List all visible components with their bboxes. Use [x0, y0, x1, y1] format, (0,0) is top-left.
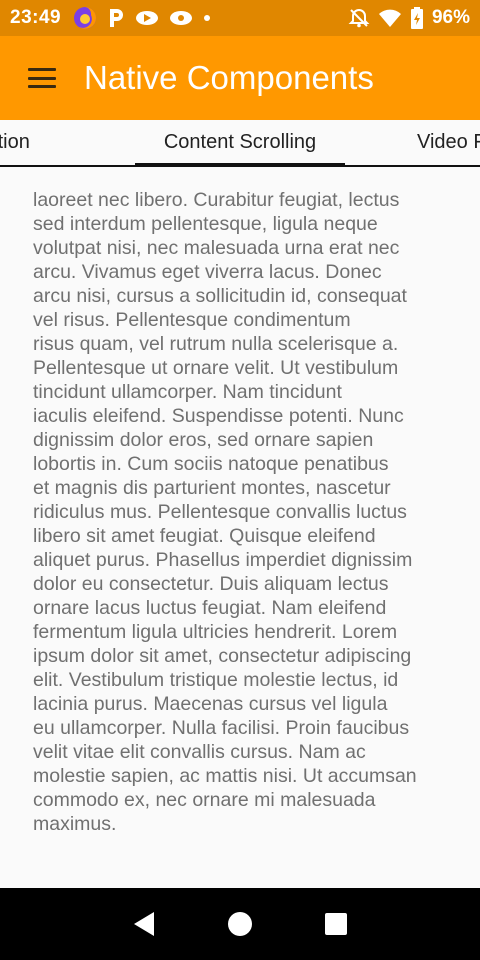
app-icon	[135, 10, 159, 26]
text-line: fermentum ligula ultricies hendrerit. Lo…	[33, 621, 398, 643]
tab-content-scrolling[interactable]: Content Scrolling	[135, 120, 345, 165]
tab-indicator	[135, 163, 345, 165]
text-line: lacinia purus. Maecenas cursus vel ligul…	[33, 693, 388, 715]
dot-icon	[203, 14, 211, 22]
text-line: ornare lacus luctus feugiat. Nam eleifen…	[33, 597, 387, 619]
menu-button[interactable]	[0, 36, 84, 120]
text-line: et magnis dis parturient montes, nascetu…	[33, 477, 391, 499]
text-line: volutpat nisi, nec malesuada urna erat n…	[33, 237, 400, 259]
text-line: commodo ex, nec ornare mi malesuada	[33, 789, 376, 811]
tab-bar: lection Content Scrolling Video F	[0, 120, 480, 167]
recents-button[interactable]	[312, 900, 360, 948]
status-time: 23:49	[10, 7, 62, 28]
text-line: ridiculus mus. Pellentesque convallis lu…	[33, 501, 407, 523]
app-icon	[169, 10, 193, 26]
tab-video[interactable]: Video F	[417, 120, 480, 165]
text-line: ipsum dolor sit amet, consectetur adipis…	[33, 645, 412, 667]
text-line: tincidunt ullamcorper. Nam tincidunt	[33, 381, 342, 403]
text-line: Pellentesque ut ornare velit. Ut vestibu…	[33, 357, 399, 379]
text-line: arcu. Vivamus eget viverra lacus. Donec	[33, 261, 382, 283]
text-line: velit vitae elit convallis cursus. Nam a…	[33, 741, 366, 763]
home-icon	[228, 912, 252, 936]
app-bar: Native Components	[0, 36, 480, 120]
p-icon	[107, 7, 125, 29]
text-line: sed interdum pellentesque, ligula neque	[33, 213, 378, 235]
text-line: lobortis in. Cum sociis natoque penatibu…	[33, 453, 389, 475]
back-button[interactable]	[120, 900, 168, 948]
text-line: elit. Vestibulum tristique molestie lect…	[33, 669, 399, 691]
text-line: dignissim dolor eros, sed ornare sapien	[33, 429, 374, 451]
text-line: arcu nisi, cursus a sollicitudin id, con…	[33, 285, 407, 307]
text-line: aliquet purus. Phasellus imperdiet digni…	[33, 549, 413, 571]
text-line: libero sit amet feugiat. Quisque eleifen…	[33, 525, 376, 547]
text-line: risus quam, vel rutrum nulla scelerisque…	[33, 333, 399, 355]
navigation-bar	[0, 888, 480, 960]
text-line: dolor eu consectetur. Duis aliquam lectu…	[33, 573, 389, 595]
text-line: laoreet nec libero. Curabitur feugiat, l…	[33, 189, 400, 211]
text-line: vel risus. Pellentesque condimentum	[33, 309, 351, 331]
tab-label: Content Scrolling	[163, 131, 317, 153]
text-line: molestie sapien, ac mattis nisi. Ut accu…	[33, 765, 417, 787]
recents-icon	[325, 913, 347, 935]
text-line: iaculis eleifend. Suspendisse potenti. N…	[33, 405, 404, 427]
battery-level: 96%	[431, 7, 470, 28]
scroll-text: laoreet nec libero. Curabitur feugiat, l…	[33, 188, 453, 836]
notifications-off-icon	[348, 7, 370, 29]
tab-selection[interactable]: lection	[0, 120, 100, 165]
text-line: eu ullamcorper. Nulla facilisi. Proin fa…	[33, 717, 410, 739]
scroll-content[interactable]: laoreet nec libero. Curabitur feugiat, l…	[0, 168, 480, 888]
wifi-icon	[378, 8, 402, 28]
back-icon	[134, 912, 154, 936]
status-bar: 23:49 96%	[0, 0, 480, 36]
home-button[interactable]	[216, 900, 264, 948]
notification-icons	[73, 6, 211, 30]
battery-icon	[410, 7, 424, 29]
firefox-icon	[73, 6, 97, 30]
app-title: Native Components	[84, 59, 374, 96]
menu-icon	[28, 68, 56, 88]
text-line: maximus.	[33, 813, 117, 835]
